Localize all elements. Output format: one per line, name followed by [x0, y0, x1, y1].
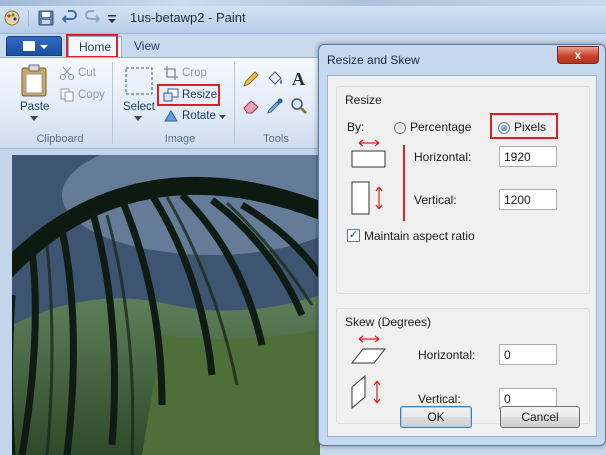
resize-vertical-label: Vertical: — [414, 193, 457, 207]
paste-dropdown-icon[interactable] — [30, 116, 38, 122]
title-bar-background — [0, 0, 606, 6]
resize-horizontal-label: Horizontal: — [414, 150, 472, 164]
maintain-aspect-checkbox[interactable]: ✓ — [347, 229, 360, 242]
pencil-icon[interactable] — [242, 70, 260, 88]
menu-icon — [23, 41, 35, 51]
vertical-resize-icon — [351, 181, 383, 215]
horizontal-skew-icon — [351, 335, 387, 364]
skew-vertical-label: Vertical: — [418, 392, 461, 406]
cancel-button[interactable]: Cancel — [500, 406, 580, 428]
save-icon[interactable] — [38, 10, 54, 26]
clipboard-group-label: Clipboard — [36, 133, 84, 145]
svg-text:A: A — [292, 69, 305, 88]
fill-bucket-icon[interactable] — [266, 70, 284, 88]
resize-bracket-line — [403, 145, 405, 221]
by-label: By: — [347, 120, 365, 134]
skew-horizontal-label: Horizontal: — [418, 348, 476, 362]
resize-group: Resize By: Percentage Pixels Horizontal:… — [336, 86, 590, 294]
cut-icon — [60, 66, 74, 80]
select-button[interactable]: Select — [123, 101, 155, 113]
image-group-label: Image — [164, 133, 196, 145]
percentage-radio[interactable] — [394, 122, 406, 134]
undo-icon[interactable] — [62, 10, 78, 26]
text-tool-icon[interactable]: A — [290, 68, 308, 88]
ok-button[interactable]: OK — [400, 406, 472, 428]
skew-group-title: Skew (Degrees) — [345, 315, 432, 329]
copy-icon — [60, 88, 74, 102]
resize-vertical-input[interactable] — [499, 189, 557, 210]
resize-button-highlight — [157, 84, 220, 106]
paint-menu-button[interactable] — [6, 36, 62, 56]
select-dropdown-icon[interactable] — [134, 116, 142, 122]
dialog-body: Resize By: Percentage Pixels Horizontal:… — [327, 75, 597, 437]
crop-button[interactable]: Crop — [182, 67, 207, 79]
resize-and-skew-dialog: Resize and Skew x Resize By: Percentage … — [318, 44, 606, 446]
rotate-dropdown-icon[interactable] — [219, 115, 226, 120]
select-icon[interactable] — [124, 66, 154, 96]
image-canvas[interactable] — [12, 155, 320, 455]
group-divider — [234, 62, 235, 144]
customize-quick-access-icon[interactable] — [104, 10, 120, 26]
dialog-title: Resize and Skew — [327, 53, 420, 67]
rotate-icon — [164, 110, 178, 122]
tools-group-label: Tools — [263, 133, 289, 145]
ribbon-home-panel: Paste Cut Copy Clipboard Select Crop Res… — [0, 57, 320, 149]
redo-icon[interactable] — [84, 10, 100, 26]
eraser-icon[interactable] — [242, 98, 260, 114]
tab-view[interactable]: View — [124, 36, 170, 58]
canvas-area — [0, 149, 320, 455]
copy-button[interactable]: Copy — [78, 89, 105, 101]
window-title: 1us-betawp2 - Paint — [130, 10, 246, 25]
pixels-highlight — [490, 113, 558, 139]
cut-button[interactable]: Cut — [78, 67, 96, 79]
horizontal-resize-icon — [351, 139, 386, 168]
chevron-down-icon — [40, 45, 48, 49]
rotate-button[interactable]: Rotate — [182, 110, 216, 122]
magnifier-icon[interactable] — [290, 98, 308, 114]
crop-icon — [164, 66, 178, 80]
skew-horizontal-input[interactable] — [499, 344, 557, 365]
paste-button[interactable]: Paste — [20, 101, 49, 113]
title-bar: 1us-betawp2 - Paint — [0, 0, 606, 34]
color-picker-icon[interactable] — [266, 98, 284, 114]
resize-group-title: Resize — [345, 93, 382, 107]
paste-icon[interactable] — [20, 64, 48, 98]
resize-horizontal-input[interactable] — [499, 146, 557, 167]
group-divider — [112, 62, 113, 144]
quick-access-separator — [28, 10, 29, 26]
percentage-label[interactable]: Percentage — [410, 120, 471, 134]
paint-app-icon[interactable] — [4, 10, 20, 26]
photo-palm-leaves — [12, 155, 320, 455]
maintain-aspect-label[interactable]: Maintain aspect ratio — [364, 229, 475, 243]
home-tab-highlight — [66, 34, 118, 58]
close-button[interactable]: x — [557, 46, 599, 64]
vertical-skew-icon — [351, 375, 381, 409]
